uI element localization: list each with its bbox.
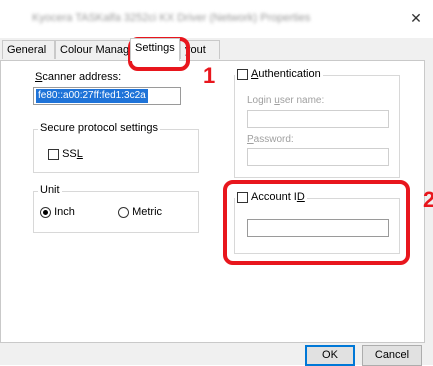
step-marker-2: 2 <box>423 187 433 212</box>
tab-general[interactable]: General <box>2 40 55 59</box>
ssl-checkbox[interactable]: SSL <box>48 148 83 160</box>
step-marker-1: 1 <box>203 63 216 88</box>
authentication-label: Authentication <box>251 68 321 80</box>
tab-label: Settings <box>135 42 175 54</box>
close-icon: ✕ <box>410 10 422 26</box>
unit-legend: Unit <box>38 184 62 196</box>
properties-dialog: Kyocera TASKalfa 3252ci KX Driver (Netwo… <box>0 0 433 366</box>
ssl-label: SSL <box>62 148 83 160</box>
login-user-name-label: Login user name: <box>247 95 325 106</box>
authentication-checkbox-box[interactable] <box>237 68 248 80</box>
account-id-highlight <box>223 180 410 265</box>
authentication-checkbox[interactable]: Authentication <box>235 68 323 80</box>
unit-inch-radio[interactable]: Inch <box>40 206 75 218</box>
radio-selected-icon[interactable] <box>40 206 51 218</box>
tab-strip: General Colour Manageme Settings yout <box>0 38 433 61</box>
window-title: Kyocera TASKalfa 3252ci KX Driver (Netwo… <box>32 12 311 24</box>
radio-unselected-icon[interactable] <box>118 206 129 218</box>
login-user-name-input[interactable] <box>247 110 389 128</box>
scanner-address-input[interactable]: fe80::a00:27ff:fed1:3c2a <box>33 87 181 105</box>
scanner-address-value: fe80::a00:27ff:fed1:3c2a <box>36 89 148 103</box>
tab-settings[interactable]: Settings <box>130 38 180 61</box>
password-label: Password: <box>247 134 294 145</box>
tab-label: General <box>7 44 47 56</box>
tab-label: Colour Manageme <box>60 44 130 56</box>
unit-group: Unit Inch Metric <box>33 184 199 233</box>
title-bar: Kyocera TASKalfa 3252ci KX Driver (Netwo… <box>0 0 433 38</box>
unit-metric-radio[interactable]: Metric <box>118 206 162 218</box>
password-input[interactable] <box>247 148 389 166</box>
secure-protocol-legend: Secure protocol settings <box>38 122 161 134</box>
secure-protocol-group: Secure protocol settings SSL <box>33 122 199 173</box>
tab-colour-management[interactable]: Colour Manageme <box>55 40 131 59</box>
ssl-checkbox-box[interactable] <box>48 148 59 160</box>
cancel-button[interactable]: Cancel <box>362 345 422 366</box>
scanner-address-label: Scanner address: <box>35 71 122 83</box>
authentication-group: Authentication Login user name: Password… <box>234 68 400 178</box>
ok-button[interactable]: OK <box>305 345 355 366</box>
close-button[interactable]: ✕ <box>405 8 427 28</box>
